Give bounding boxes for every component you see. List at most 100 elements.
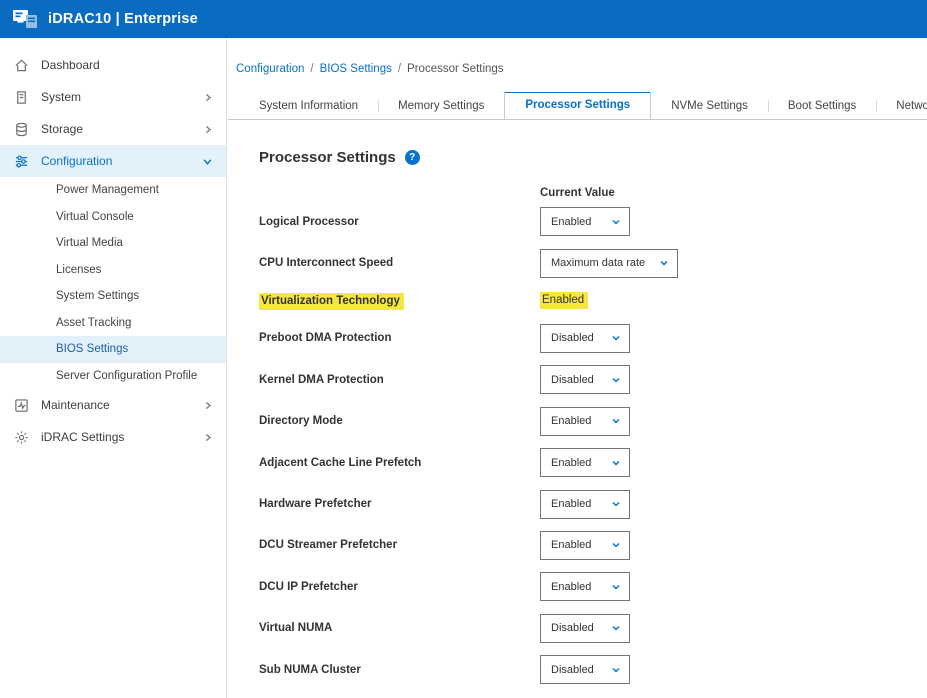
virtualization-technology-value: Enabled [540,292,588,309]
setting-row-hardware-prefetcher: Hardware Prefetcher Enabled [259,483,927,524]
logical-processor-dropdown[interactable]: Enabled [540,207,630,236]
kernel-dma-protection-dropdown[interactable]: Disabled [540,365,630,394]
tab-memory-settings[interactable]: Memory Settings [378,93,504,119]
sidebar-item-dashboard[interactable]: Dashboard [0,49,226,81]
sidebar-item-label: BIOS Settings [56,343,212,355]
sidebar-item-label: Maintenance [41,398,196,412]
breadcrumb-separator: / [398,63,401,75]
dcu-streamer-prefetcher-dropdown[interactable]: Enabled [540,531,630,560]
setting-label: Virtual NUMA [259,622,540,634]
chevron-right-icon [204,433,212,442]
setting-row-dcu-ip-prefetcher: DCU IP Prefetcher Enabled [259,566,927,607]
setting-label: DCU IP Prefetcher [259,581,540,593]
sliders-icon [13,154,30,169]
setting-row-virtual-numa: Virtual NUMADisabled [259,608,927,649]
sidebar-item-virtual-media[interactable]: Virtual Media [0,230,226,257]
breadcrumb-configuration[interactable]: Configuration [236,63,304,75]
sidebar-item-label: Server Configuration Profile [56,370,212,382]
chevron-down-icon [611,217,621,227]
tab-boot-settings[interactable]: Boot Settings [768,93,876,119]
dropdown-value: Enabled [551,539,591,551]
setting-label: Logical Processor [259,216,540,228]
tab-nvme-settings[interactable]: NVMe Settings [651,93,768,119]
sidebar-item-label: Power Management [56,184,212,196]
chevron-down-icon [611,623,621,633]
main-content: Configuration/BIOS Settings/Processor Se… [228,38,927,698]
sidebar: Dashboard System Storage Configuration Power… [0,38,227,698]
chevron-right-icon [204,93,212,102]
dropdown-value: Enabled [551,216,591,228]
sidebar-item-power-management[interactable]: Power Management [0,177,226,204]
setting-row-cpu-interconnect-speed: CPU Interconnect Speed Maximum data rate [259,242,927,283]
dcu-ip-prefetcher-dropdown[interactable]: Enabled [540,572,630,601]
sidebar-item-label: Storage [41,122,196,136]
tab-network-settings[interactable]: Network Settings [876,93,927,119]
app-title: iDRAC10 | Enterprise [48,11,198,27]
sidebar-item-label: Dashboard [41,58,212,72]
chevron-down-icon [611,582,621,592]
setting-label: DCU Streamer Prefetcher [259,539,540,551]
setting-label: Virtualization Technology [259,295,540,307]
tab-system-information[interactable]: System Information [239,93,378,119]
cpu-interconnect-speed-dropdown[interactable]: Maximum data rate [540,249,678,278]
processor-settings-panel: Processor Settings ? Current Value Logic… [228,149,927,690]
dropdown-value: Enabled [551,498,591,510]
sidebar-item-server-configuration-profile[interactable]: Server Configuration Profile [0,363,226,390]
maintenance-icon [13,398,30,413]
chevron-down-icon [611,665,621,675]
page-title-row: Processor Settings ? [259,149,927,166]
sidebar-item-label: System Settings [56,290,212,302]
chevron-down-icon [611,375,621,385]
sidebar-item-configuration[interactable]: Configuration [0,145,226,177]
setting-label: Sub NUMA Cluster [259,664,540,676]
sidebar-item-label: Asset Tracking [56,317,212,329]
sidebar-item-idrac-settings[interactable]: iDRAC Settings [0,421,226,453]
storage-icon [13,122,30,137]
dropdown-value: Disabled [551,374,594,386]
sidebar-item-maintenance[interactable]: Maintenance [0,389,226,421]
tab-processor-settings[interactable]: Processor Settings [504,92,651,120]
adjacent-cache-line-prefetch-dropdown[interactable]: Enabled [540,448,630,477]
chevron-right-icon [204,401,212,410]
breadcrumb: Configuration/BIOS Settings/Processor Se… [228,38,927,75]
virtual-numa-dropdown[interactable]: Disabled [540,614,630,643]
setting-label: Kernel DMA Protection [259,374,540,386]
sidebar-item-system-settings[interactable]: System Settings [0,283,226,310]
setting-label: Hardware Prefetcher [259,498,540,510]
setting-label: Preboot DMA Protection [259,332,540,344]
dropdown-value: Enabled [551,457,591,469]
system-icon [13,90,30,105]
sidebar-nav: Dashboard System Storage Configuration Power… [0,49,226,453]
preboot-dma-protection-dropdown[interactable]: Disabled [540,324,630,353]
chevron-down-icon [611,333,621,343]
sidebar-item-bios-settings[interactable]: BIOS Settings [0,336,226,363]
chevron-down-icon [611,458,621,468]
directory-mode-dropdown[interactable]: Enabled [540,407,630,436]
sidebar-item-asset-tracking[interactable]: Asset Tracking [0,310,226,337]
dropdown-value: Enabled [551,415,591,427]
chevron-down-icon [611,416,621,426]
dropdown-value: Maximum data rate [551,257,645,269]
sidebar-item-virtual-console[interactable]: Virtual Console [0,204,226,231]
current-value-header: Current Value [540,187,927,199]
chevron-down-icon [611,540,621,550]
dropdown-value: Enabled [551,581,591,593]
setting-label: Adjacent Cache Line Prefetch [259,457,540,469]
tab-bar: System InformationMemory SettingsProcess… [228,92,927,120]
sidebar-item-storage[interactable]: Storage [0,113,226,145]
sidebar-item-label: Virtual Console [56,211,212,223]
help-icon[interactable]: ? [405,150,420,165]
sub-numa-cluster-dropdown[interactable]: Disabled [540,655,630,684]
sidebar-item-licenses[interactable]: Licenses [0,257,226,284]
chevron-down-icon [659,258,669,268]
chevron-down-icon [611,499,621,509]
sidebar-item-system[interactable]: System [0,81,226,113]
setting-label: CPU Interconnect Speed [259,257,540,269]
sidebar-item-label: iDRAC Settings [41,430,196,444]
breadcrumb-bios-settings[interactable]: BIOS Settings [320,63,392,75]
settings-list: Logical Processor Enabled CPU Interconnect… [259,201,927,690]
sidebar-item-label: Licenses [56,264,212,276]
setting-label: Directory Mode [259,415,540,427]
page-title: Processor Settings [259,149,396,166]
hardware-prefetcher-dropdown[interactable]: Enabled [540,490,630,519]
